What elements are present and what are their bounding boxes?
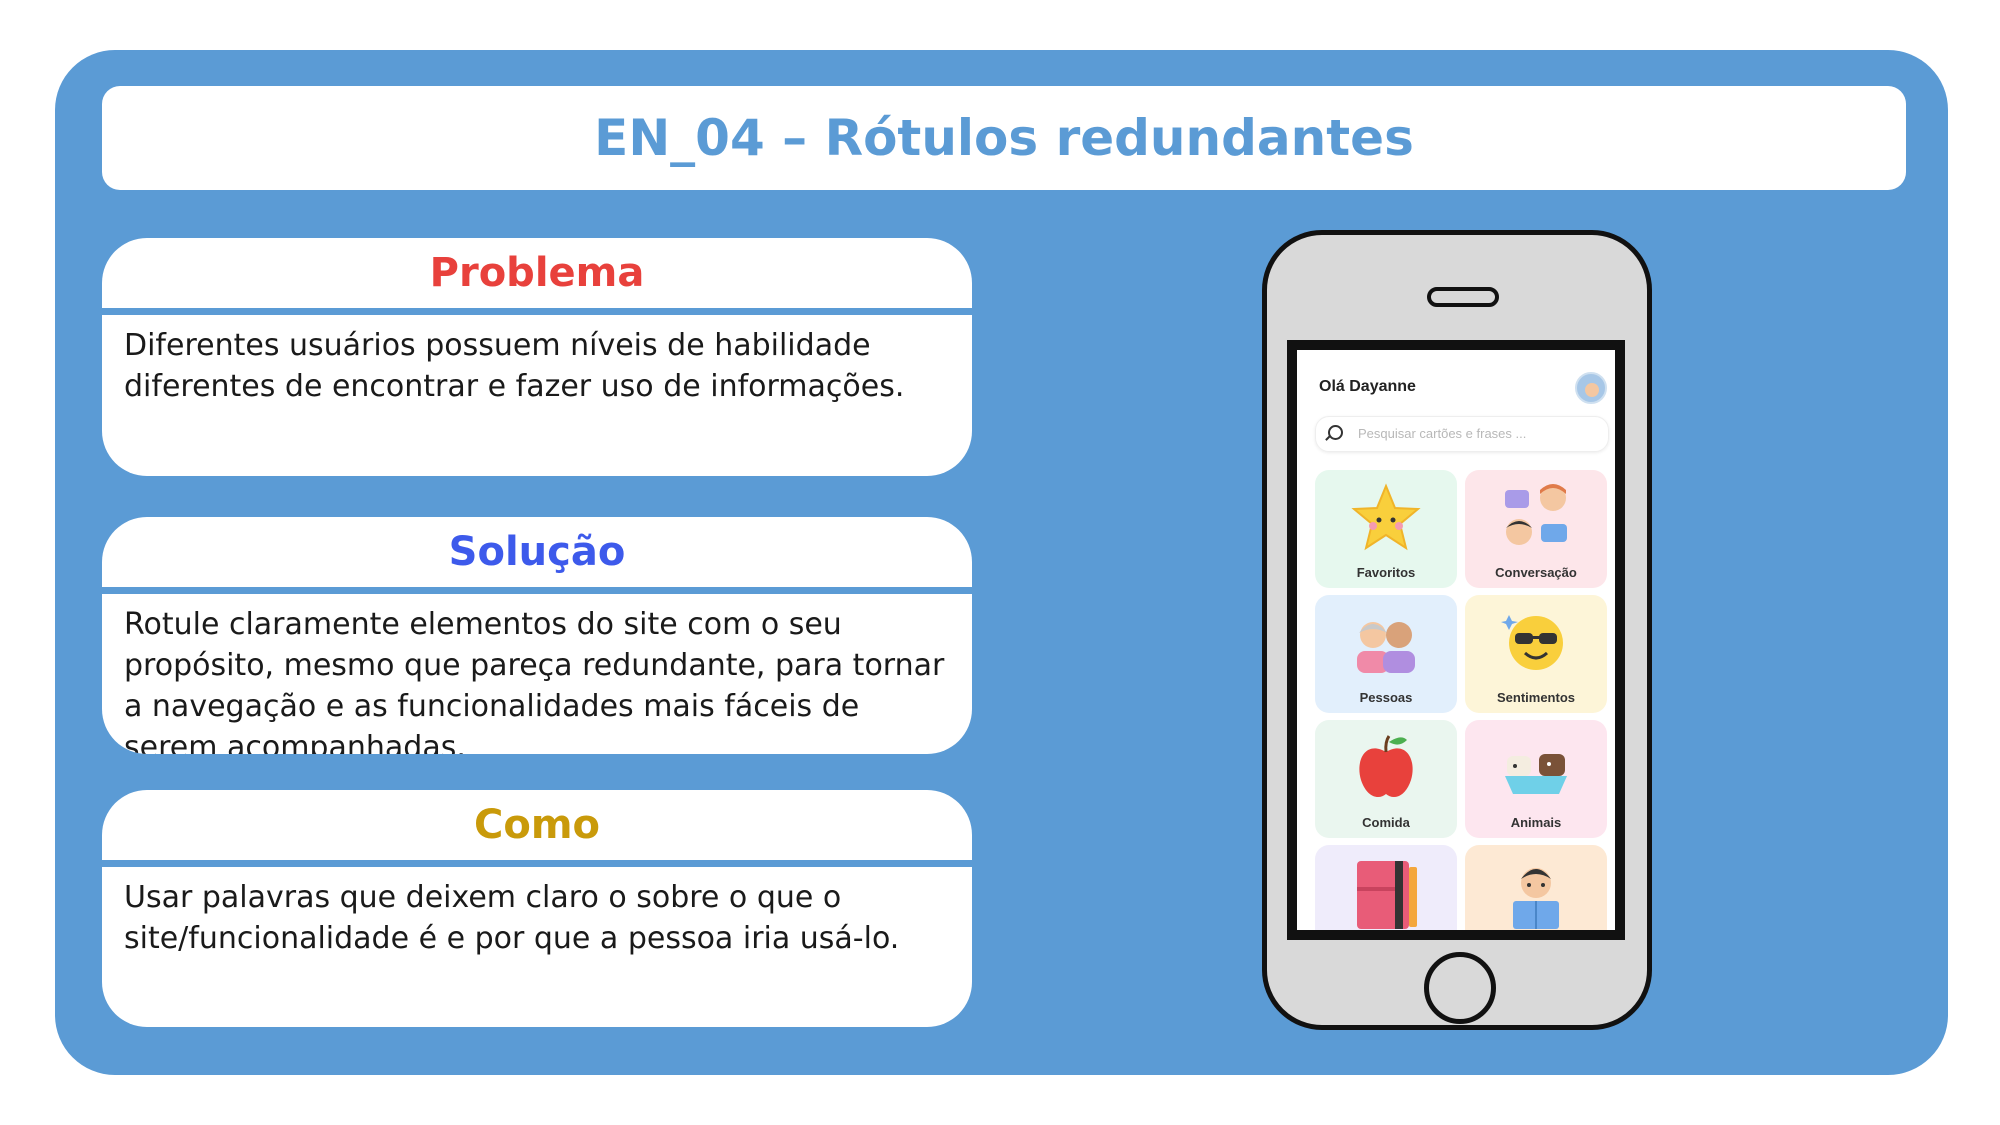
category-label: Pessoas xyxy=(1359,690,1413,705)
problem-card: Problema Diferentes usuários possuem nív… xyxy=(102,238,972,476)
animals-icon xyxy=(1505,754,1567,794)
page-title: EN_04 – Rótulos redundantes xyxy=(594,109,1414,167)
conversation-icon xyxy=(1505,484,1567,545)
app-screen: Olá Dayanne Pesquisar cartões e frases .… xyxy=(1297,350,1615,930)
user-avatar[interactable] xyxy=(1575,372,1607,404)
category-label: Sentimentos xyxy=(1496,690,1575,705)
solution-heading: Solução xyxy=(448,529,626,575)
search-icon xyxy=(1328,425,1343,440)
search-placeholder: Pesquisar cartões e frases ... xyxy=(1358,426,1527,441)
category-tile-partial-1[interactable] xyxy=(1315,845,1457,930)
category-tile-conversacao[interactable]: Conversação xyxy=(1465,470,1607,588)
category-tile-favoritos[interactable]: Favoritos xyxy=(1315,470,1457,588)
apple-icon xyxy=(1359,735,1413,798)
solution-text: Rotule claramente elementos do site com … xyxy=(124,607,945,754)
phone-mockup: Olá Dayanne Pesquisar cartões e frases .… xyxy=(1262,230,1652,1030)
category-label: Comida xyxy=(1362,815,1410,830)
reader-icon xyxy=(1513,868,1559,929)
avatar-face-icon xyxy=(1585,383,1599,397)
category-tile-pessoas[interactable]: Pessoas xyxy=(1315,595,1457,713)
book-icon xyxy=(1357,861,1417,929)
category-label: Conversação xyxy=(1495,565,1577,580)
phone-home-button[interactable] xyxy=(1424,952,1496,1024)
greeting-text: Olá Dayanne xyxy=(1319,378,1416,395)
how-text: Usar palavras que deixem claro o sobre o… xyxy=(124,880,900,956)
card-divider xyxy=(102,860,972,867)
category-tile-comida[interactable]: Comida xyxy=(1315,720,1457,838)
category-tile-sentimentos[interactable]: Sentimentos xyxy=(1465,595,1607,713)
star-icon xyxy=(1351,483,1421,551)
category-label: Favoritos xyxy=(1356,565,1416,580)
how-card: Como Usar palavras que deixem claro o so… xyxy=(102,790,972,1027)
how-heading: Como xyxy=(474,802,600,848)
solution-card: Solução Rotule claramente elementos do s… xyxy=(102,517,972,754)
phone-speaker xyxy=(1427,287,1499,307)
category-label: Animais xyxy=(1510,815,1562,830)
search-input[interactable]: Pesquisar cartões e frases ... xyxy=(1315,416,1609,452)
category-tile-partial-2[interactable] xyxy=(1465,845,1607,930)
category-tile-animais[interactable]: Animais xyxy=(1465,720,1607,838)
problem-heading: Problema xyxy=(429,250,645,296)
card-divider xyxy=(102,308,972,315)
phone-screen: Olá Dayanne Pesquisar cartões e frases .… xyxy=(1287,340,1625,940)
card-divider xyxy=(102,587,972,594)
feelings-icon xyxy=(1501,615,1563,670)
problem-text: Diferentes usuários possuem níveis de ha… xyxy=(124,328,905,404)
title-banner: EN_04 – Rótulos redundantes xyxy=(102,86,1906,190)
people-icon xyxy=(1357,622,1415,673)
